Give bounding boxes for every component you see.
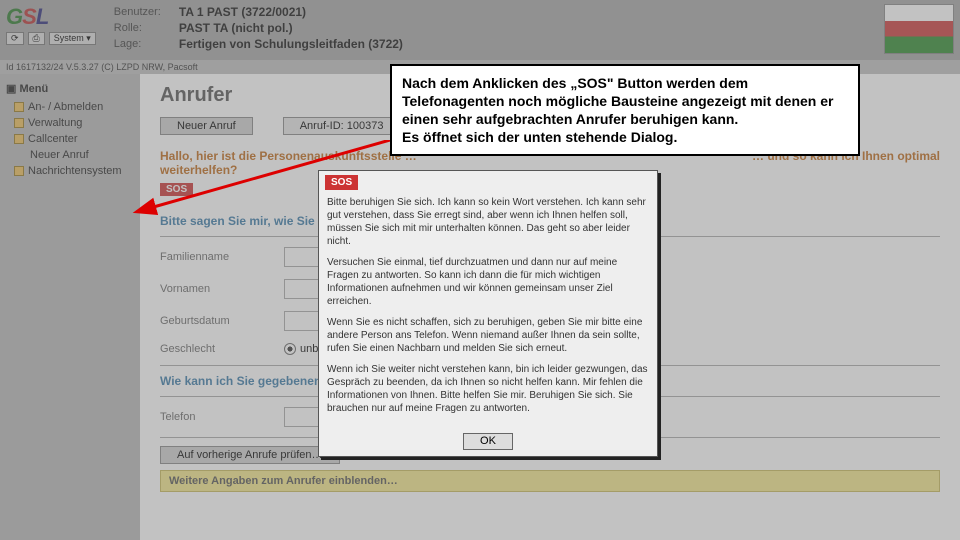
dialog-p1: Bitte beruhigen Sie sich. Ich kann so ke…: [327, 196, 649, 248]
folder-icon: [14, 166, 24, 176]
sidebar-item-admin[interactable]: Verwaltung: [4, 115, 136, 131]
value-role: PAST TA (nicht pol.): [179, 20, 403, 36]
callout-text: Nach dem Anklicken des „SOS" Button werd…: [402, 75, 833, 145]
new-call-button[interactable]: Neuer Anruf: [160, 117, 253, 135]
dialog-p3: Wenn Sie es nicht schaffen, sich zu beru…: [327, 316, 649, 355]
label-firstname: Vornamen: [160, 283, 270, 295]
sidebar-item-login[interactable]: An- / Abmelden: [4, 99, 136, 115]
label-lastname: Familienname: [160, 251, 270, 263]
sidebar-item-new-call[interactable]: Neuer Anruf: [4, 147, 136, 163]
logo-block: GSL ⟳ ⎙ System ▾: [6, 4, 96, 45]
label-phone: Telefon: [160, 411, 270, 423]
value-user: TA 1 PAST (3722/0021): [179, 4, 403, 20]
dialog-tag: SOS: [325, 175, 358, 190]
top-bar: GSL ⟳ ⎙ System ▾ Benutzer: Rolle: Lage: …: [0, 0, 960, 60]
sidebar-item-messaging[interactable]: Nachrichtensystem: [4, 163, 136, 179]
label-role: Rolle:: [114, 20, 161, 36]
expand-caller-details[interactable]: Weitere Angaben zum Anrufer einblenden…: [160, 470, 940, 492]
caller-id-display: Anruf-ID: 100373: [283, 117, 401, 135]
dialog-p2: Versuchen Sie einmal, tief durchzuatmen …: [327, 256, 649, 308]
system-dropdown[interactable]: System ▾: [49, 32, 96, 45]
dialog-ok-button[interactable]: OK: [463, 433, 513, 450]
value-context: Fertigen von Schulungsleitfaden (3722): [179, 36, 403, 52]
sos-dialog: SOS Bitte beruhigen Sie sich. Ich kann s…: [318, 170, 658, 457]
nrw-crest: [884, 4, 954, 54]
annotation-callout: Nach dem Anklicken des „SOS" Button werd…: [390, 64, 860, 156]
sys-print-icon[interactable]: ⎙: [28, 32, 45, 45]
sos-button[interactable]: SOS: [160, 183, 193, 196]
sys-refresh-icon[interactable]: ⟳: [6, 32, 24, 45]
label-user: Benutzer:: [114, 4, 161, 20]
label-gender: Geschlecht: [160, 343, 270, 355]
folder-icon: [14, 102, 24, 112]
sidebar: ▣ Menü An- / Abmelden Verwaltung Callcen…: [0, 74, 140, 540]
sidebar-header: ▣ Menü: [4, 80, 136, 99]
label-dob: Geburtsdatum: [160, 315, 270, 327]
header-label-col: Benutzer: Rolle: Lage:: [114, 4, 161, 52]
dialog-p4: Wenn ich Sie weiter nicht verstehen kann…: [327, 363, 649, 415]
folder-icon: [14, 134, 24, 144]
folder-icon: [14, 118, 24, 128]
app-logo: GSL: [6, 4, 96, 30]
sidebar-item-callcenter[interactable]: Callcenter: [4, 131, 136, 147]
label-context: Lage:: [114, 36, 161, 52]
header-value-col: TA 1 PAST (3722/0021) PAST TA (nicht pol…: [179, 4, 403, 52]
check-prev-calls-button[interactable]: Auf vorherige Anrufe prüfen…: [160, 446, 340, 464]
